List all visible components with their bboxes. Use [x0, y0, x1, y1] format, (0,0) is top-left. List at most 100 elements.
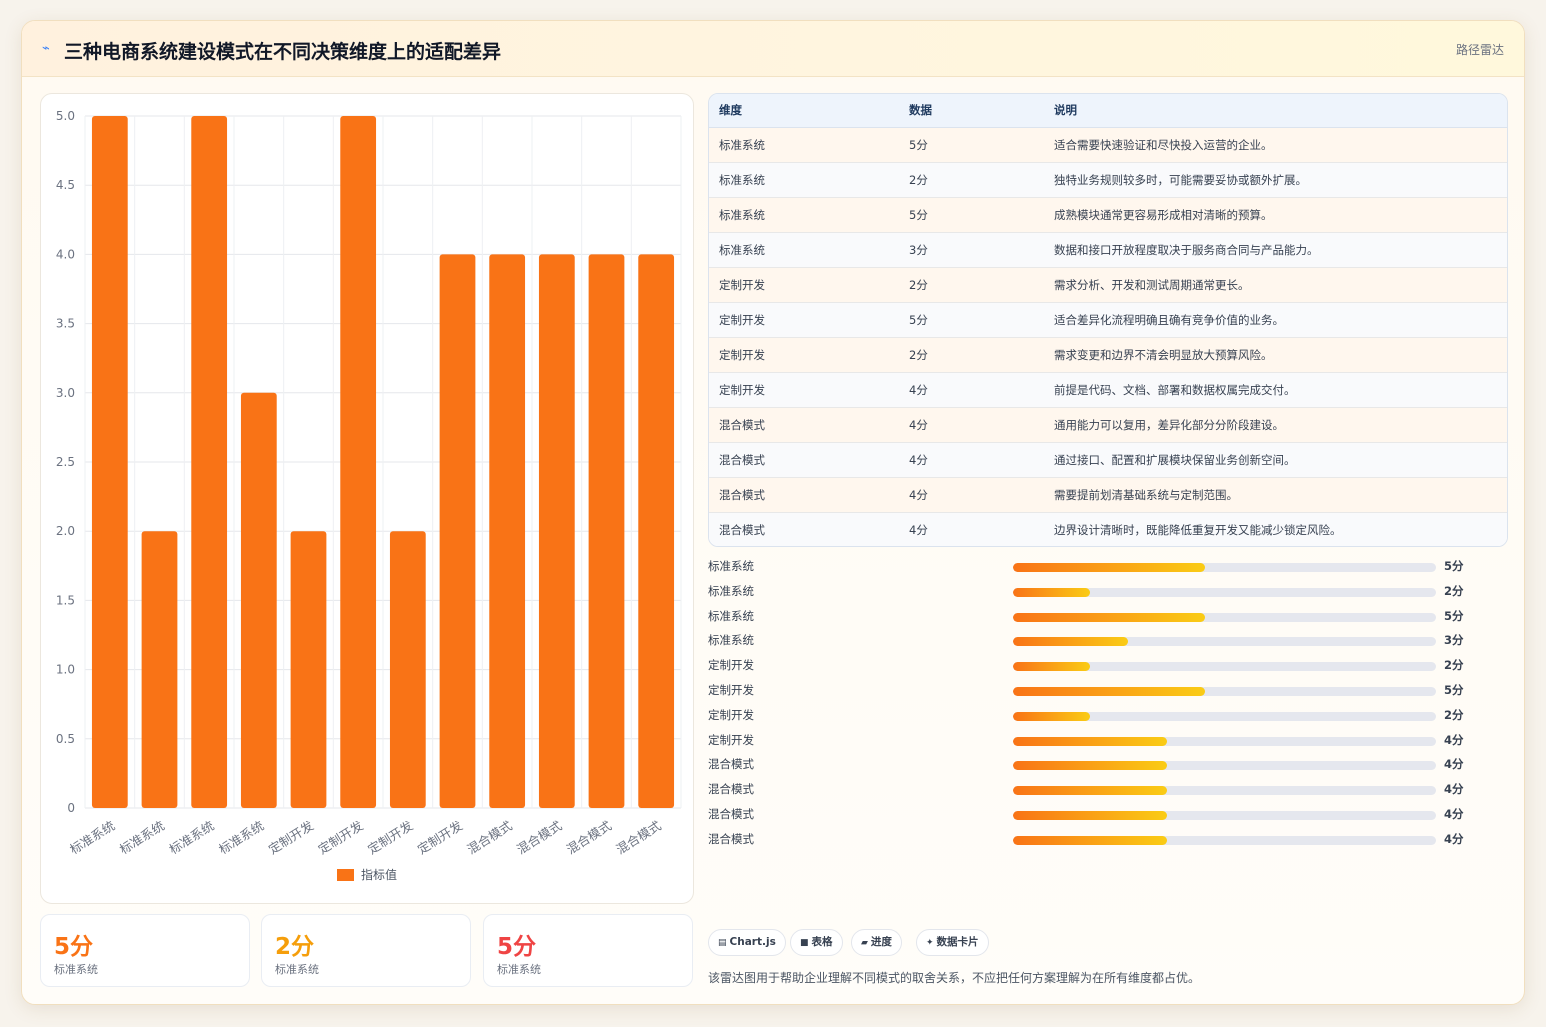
- progress-track: [1013, 686, 1436, 696]
- table-row: 定制开发 2分 需求分析、开发和测试周期通常更长。: [709, 267, 1507, 303]
- y-tick-label: 2.0: [56, 524, 75, 538]
- progress-fill: [1013, 587, 1090, 597]
- chip-2[interactable]: ■ 表格: [790, 929, 843, 956]
- table-row: 标准系统 3分 数据和接口开放程度取决于服务商合同与产品能力。: [709, 232, 1507, 268]
- table-row: 标准系统 2分 独特业务规则较多时，可能需要妥协或额外扩展。: [709, 162, 1507, 198]
- progress-row: 定制开发 2分: [708, 704, 1468, 729]
- table-cell: 定制开发: [709, 302, 899, 338]
- stat-label: 标准系统: [497, 963, 541, 976]
- progress-value: 2分: [1444, 583, 1464, 598]
- x-tick-label: 混合模式: [564, 818, 615, 857]
- y-tick-label: 3.5: [56, 317, 75, 331]
- y-tick-label: 1.0: [56, 663, 75, 677]
- bar: [538, 254, 575, 808]
- progress-value: 5分: [1444, 559, 1464, 573]
- y-tick-label: 5.0: [56, 109, 75, 123]
- progress-fill: [1013, 637, 1129, 647]
- progress-row: 混合模式 4分: [708, 828, 1468, 853]
- progress-row: 混合模式 4分: [708, 753, 1468, 778]
- progress-value: 5分: [1444, 682, 1464, 697]
- table-cell: 标准系统: [709, 232, 899, 268]
- bar-chart: 00.51.01.52.02.53.03.54.04.55.0标准系统 标准系统标…: [56, 109, 682, 882]
- table-cell: 标准系统: [709, 162, 899, 198]
- progress-label: 混合模式: [708, 757, 754, 772]
- progress-track: [1013, 711, 1436, 721]
- column-header: 维度: [709, 94, 899, 128]
- stat-label: 标准系统: [54, 963, 98, 976]
- table-row: 定制开发 2分 需求变更和边界不清会明显放大预算风险。: [709, 337, 1507, 373]
- table-cell: 边界设计清晰时，既能降低重复开发又能减少锁定风险。: [1044, 512, 1507, 546]
- progress-label: 标准系统: [708, 608, 754, 623]
- table-cell: 4分: [899, 442, 1044, 478]
- table-cell: 2分: [899, 162, 1044, 198]
- progress-label: 定制开发: [708, 707, 754, 722]
- progress-list: 标准系统 5分 标准系统 2分 标准系统 5分 标准系统 3分 定制开发 2分 定制开发 5分 定制开发…: [708, 555, 1468, 853]
- progress-label: 定制开发: [708, 732, 754, 747]
- y-tick-label: 1.5: [56, 593, 75, 607]
- progress-track: [1013, 662, 1436, 672]
- chip-label: 表格: [811, 936, 833, 948]
- table-cell: 2分: [899, 337, 1044, 373]
- table-cell: 5分: [899, 127, 1044, 163]
- progress-track: [1013, 810, 1436, 820]
- table-cell: 5分: [899, 302, 1044, 338]
- table-cell: 5分: [899, 197, 1044, 233]
- progress-label: 标准系统: [708, 633, 754, 648]
- chip-3[interactable]: ▰ 进度: [851, 929, 902, 956]
- stat-card-3: 5分 标准系统: [483, 914, 693, 987]
- legend-swatch: [337, 869, 354, 881]
- table-cell: 需求变更和边界不清会明显放大预算风险。: [1044, 337, 1507, 373]
- progress-value: 4分: [1444, 782, 1464, 797]
- chart-icon: ▤: [718, 938, 727, 948]
- x-tick-label: 标准系统: [117, 818, 167, 857]
- progress-value: 3分: [1444, 633, 1464, 648]
- table-row: 定制开发 4分 前提是代码、文档、部署和数据权属完成交付。: [709, 372, 1507, 408]
- progress-track: [1013, 835, 1436, 845]
- table-cell: 独特业务规则较多时，可能需要妥协或额外扩展。: [1044, 162, 1507, 198]
- bar: [290, 531, 327, 808]
- x-tick-label: 标准系统: [67, 818, 117, 857]
- progress-fill: [1013, 662, 1090, 672]
- page-title: 三种电商系统建设模式在不同决策维度上的适配差异: [64, 41, 502, 63]
- data-table: 维度 数据 说明 标准系统 5分 适合需要快速验证和尽快投入运营的企业。 标准系统 2分…: [708, 93, 1508, 547]
- table-cell: 适合需要快速验证和尽快投入运营的企业。: [1044, 127, 1507, 163]
- progress-value: 4分: [1444, 831, 1464, 846]
- x-tick-label: 标准系统: [166, 818, 216, 857]
- table-cell: 4分: [899, 512, 1044, 546]
- table-cell: 4分: [899, 407, 1044, 443]
- progress-track: [1013, 563, 1436, 572]
- x-tick-label: 混合模式: [613, 818, 664, 857]
- table-header-row: 维度 数据 说明: [709, 94, 1507, 128]
- header-tag: 路径雷达: [1455, 43, 1504, 57]
- progress-track: [1013, 637, 1436, 647]
- progress-row: 混合模式 4分: [708, 778, 1468, 803]
- table-cell: 混合模式: [709, 477, 899, 513]
- y-tick-label: 3.0: [56, 386, 75, 400]
- progress-track: [1013, 587, 1436, 597]
- table-row: 标准系统 5分 适合需要快速验证和尽快投入运营的企业。: [709, 127, 1507, 163]
- y-tick-label: 4.5: [56, 178, 75, 192]
- stat-card-2: 2分 标准系统: [261, 914, 471, 987]
- table-cell: 定制开发: [709, 337, 899, 373]
- table-cell: 成熟模块通常更容易形成相对清晰的预算。: [1044, 197, 1507, 233]
- chip-4[interactable]: ✦ 数据卡片: [916, 929, 989, 956]
- progress-row: 定制开发 2分: [708, 654, 1468, 679]
- y-tick-label: 0: [67, 801, 75, 815]
- progress-track: [1013, 786, 1436, 796]
- table-row: 混合模式 4分 需要提前划清基础系统与定制范围。: [709, 477, 1507, 513]
- bar: [340, 116, 377, 808]
- chip-label: 数据卡片: [936, 936, 979, 948]
- y-tick-label: 2.5: [56, 455, 75, 469]
- progress-fill: [1013, 711, 1090, 721]
- progress-track: [1013, 612, 1436, 622]
- table-cell: 混合模式: [709, 442, 899, 478]
- table-cell: 4分: [899, 477, 1044, 513]
- table-cell: 前提是代码、文档、部署和数据权属完成交付。: [1044, 372, 1507, 408]
- stat-value: 5分: [54, 934, 94, 960]
- chip-1[interactable]: ▤ Chart.js: [708, 929, 786, 956]
- card-header: ⌁ 三种电商系统建设模式在不同决策维度上的适配差异 路径雷达: [22, 21, 1524, 77]
- stat-value: 2分: [275, 934, 315, 960]
- chip-label: Chart.js: [729, 936, 776, 948]
- progress-value: 2分: [1444, 707, 1464, 722]
- progress-row: 标准系统 5分: [708, 605, 1468, 630]
